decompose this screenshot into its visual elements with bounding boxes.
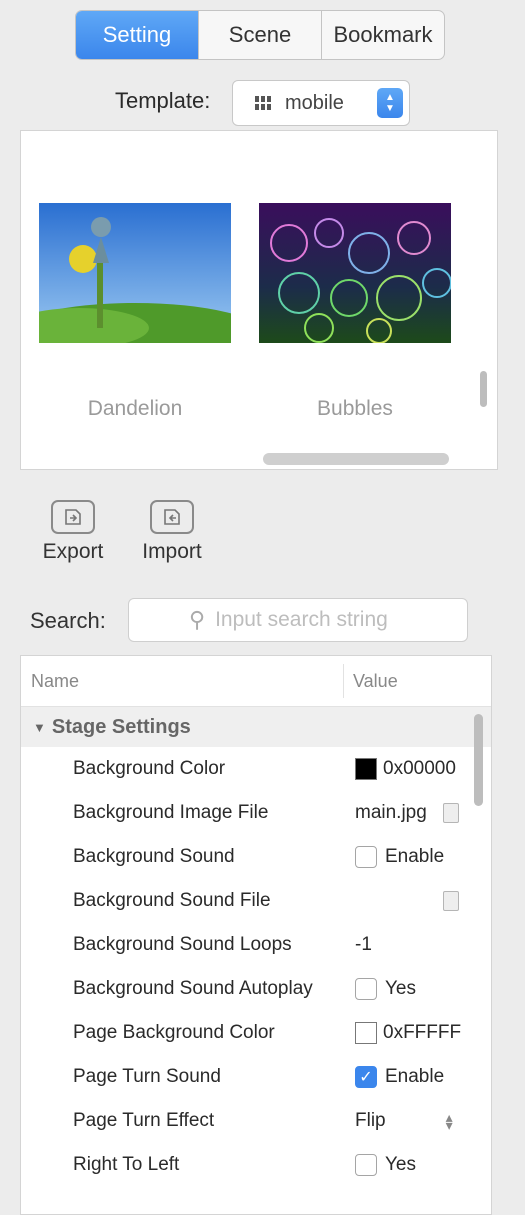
template-select[interactable]: mobile ▲ ▼	[232, 80, 410, 126]
search-icon: ⚲	[188, 607, 206, 632]
property-value: main.jpg	[355, 802, 427, 823]
search-box[interactable]: ⚲	[128, 598, 468, 642]
template-gallery: Dandelion Bubbles	[20, 130, 498, 470]
template-caption: Bubbles	[317, 397, 393, 420]
property-value: Enable	[385, 1066, 445, 1087]
grid-vertical-scrollbar[interactable]	[474, 714, 483, 806]
property-row[interactable]: Page Turn Effect Flip ▴ ▾	[21, 1099, 491, 1143]
property-row[interactable]: Page Turn Sound ✓ Enable	[21, 1055, 491, 1099]
export-label: Export	[42, 540, 104, 563]
property-value: Yes	[385, 978, 416, 999]
property-value: 0xFFFFF	[383, 1022, 462, 1043]
template-thumb-dandelion[interactable]	[39, 203, 231, 343]
column-divider[interactable]	[343, 664, 344, 698]
column-header-name[interactable]: Name	[31, 671, 79, 692]
checkbox-checked[interactable]: ✓	[355, 1066, 377, 1088]
disclosure-triangle-icon: ▼	[33, 719, 46, 735]
property-row[interactable]: Background Sound Autoplay Yes	[21, 967, 491, 1011]
tab-scene[interactable]: Scene	[198, 11, 321, 59]
property-name: Page Background Color	[73, 1022, 275, 1043]
property-name: Background Sound Autoplay	[73, 978, 313, 999]
template-value: mobile	[285, 91, 344, 114]
column-header-value[interactable]: Value	[353, 671, 398, 692]
property-row[interactable]: Background Image File main.jpg	[21, 791, 491, 835]
search-input[interactable]	[213, 607, 408, 633]
group-label: Stage Settings	[51, 715, 191, 738]
checkbox[interactable]	[355, 846, 377, 868]
import-icon	[150, 500, 194, 534]
tab-bookmark[interactable]: Bookmark	[321, 11, 444, 59]
property-value: Yes	[385, 1154, 416, 1175]
property-value: Flip	[355, 1110, 386, 1131]
export-icon	[51, 500, 95, 534]
property-value[interactable]: -1	[355, 934, 372, 956]
property-name: Background Sound	[73, 846, 235, 867]
property-name: Right To Left	[73, 1154, 180, 1175]
select-stepper-icon: ▲ ▼	[377, 88, 403, 118]
property-row[interactable]: Background Sound File	[21, 879, 491, 923]
checkbox[interactable]	[355, 1154, 377, 1176]
property-name: Background Sound Loops	[73, 934, 292, 955]
tab-bar: Setting Scene Bookmark	[75, 10, 445, 60]
property-row[interactable]: Background Sound Enable	[21, 835, 491, 879]
gallery-vertical-scrollbar[interactable]	[480, 371, 487, 407]
tab-setting[interactable]: Setting	[76, 11, 198, 59]
import-button[interactable]: Import	[132, 500, 212, 564]
select-arrows-icon: ▴ ▾	[445, 1109, 453, 1133]
property-row[interactable]: Page Background Color 0xFFFFF	[21, 1011, 491, 1055]
color-swatch[interactable]	[355, 1022, 377, 1044]
property-grid: Name Value ▼ Stage Settings Background C…	[20, 655, 492, 1215]
template-caption: Dandelion	[87, 397, 183, 420]
template-label: Template:	[115, 88, 211, 113]
property-name: Background Sound File	[73, 890, 271, 911]
property-name: Page Turn Sound	[73, 1066, 221, 1087]
search-label: Search:	[30, 608, 106, 633]
property-value: Enable	[385, 846, 445, 867]
property-grid-header: Name Value	[21, 656, 491, 707]
file-browse-icon[interactable]	[443, 891, 459, 911]
property-row[interactable]: Background Color 0x00000	[21, 747, 491, 791]
import-label: Import	[142, 540, 202, 563]
property-row[interactable]: Background Sound Loops -1	[21, 923, 491, 967]
grid-icon	[255, 96, 271, 110]
property-row[interactable]: Right To Left Yes	[21, 1143, 491, 1187]
property-value: 0x00000	[383, 758, 456, 779]
gallery-horizontal-scrollbar[interactable]	[263, 453, 449, 465]
effect-select[interactable]: Flip ▴ ▾	[355, 1110, 453, 1132]
property-name: Background Image File	[73, 802, 269, 823]
export-button[interactable]: Export	[33, 500, 113, 564]
property-name: Background Color	[73, 758, 226, 779]
color-swatch[interactable]	[355, 758, 377, 780]
checkbox[interactable]	[355, 978, 377, 1000]
property-name: Page Turn Effect	[73, 1110, 215, 1131]
template-thumb-bubbles[interactable]	[259, 203, 451, 343]
group-stage-settings[interactable]: ▼ Stage Settings	[21, 707, 491, 747]
file-browse-icon[interactable]	[443, 803, 459, 823]
